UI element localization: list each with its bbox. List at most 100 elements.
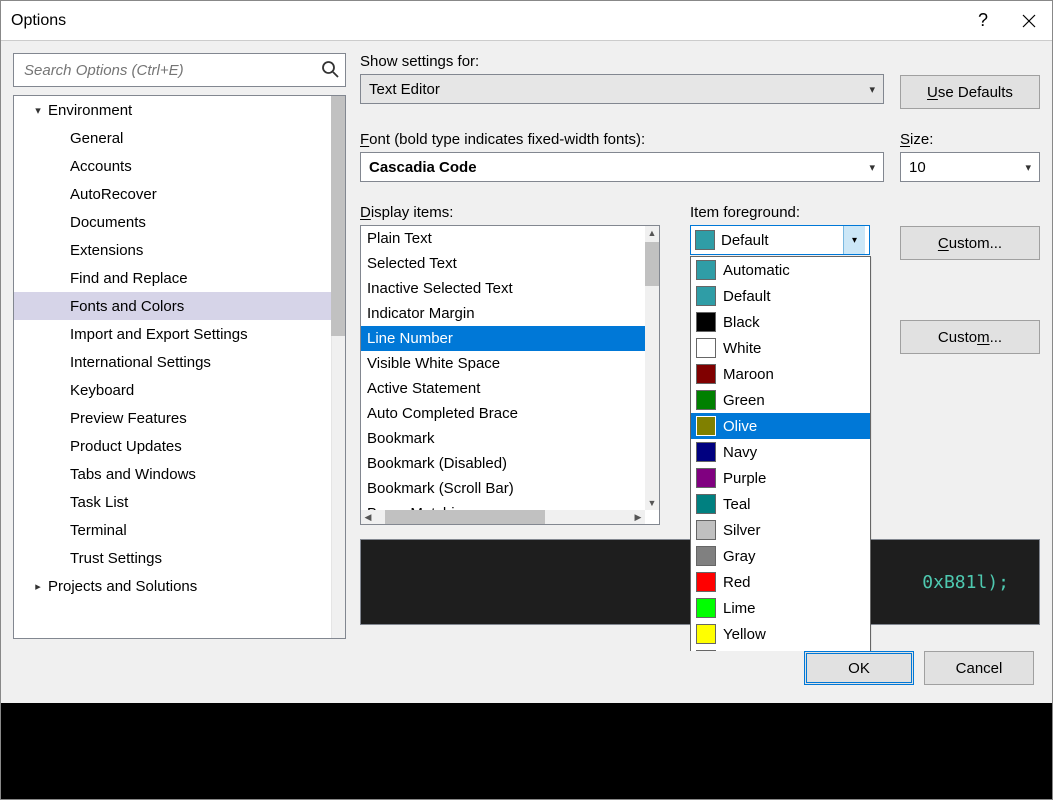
color-option-label: Purple <box>723 470 766 487</box>
scroll-down-icon[interactable]: ▼ <box>645 496 659 510</box>
display-item[interactable]: Inactive Selected Text <box>361 276 645 301</box>
list-vscrollbar[interactable]: ▲ ▼ <box>645 226 659 510</box>
search-options[interactable] <box>13 53 346 87</box>
color-option[interactable]: Default <box>691 283 870 309</box>
color-option[interactable]: Yellow <box>691 621 870 647</box>
tree-category[interactable]: ▸Projects and Solutions <box>14 572 331 600</box>
display-item[interactable]: Bookmark (Disabled) <box>361 451 645 476</box>
color-swatch <box>696 312 716 332</box>
color-option[interactable]: Navy <box>691 439 870 465</box>
color-option[interactable]: Lime <box>691 595 870 621</box>
display-item[interactable]: Selected Text <box>361 251 645 276</box>
color-swatch <box>696 650 716 651</box>
tree-item-label: General <box>70 130 123 147</box>
custom-background-button[interactable]: Custom... <box>900 320 1040 354</box>
cancel-button[interactable]: Cancel <box>924 651 1034 685</box>
chevron-down-icon[interactable]: ▾ <box>843 226 865 254</box>
tree-scrollbar[interactable] <box>331 96 345 638</box>
tree-item[interactable]: Keyboard <box>14 376 331 404</box>
use-defaults-button[interactable]: Use Defaults <box>900 75 1040 109</box>
tree-item[interactable]: Product Updates <box>14 432 331 460</box>
tree-category[interactable]: ▾ Environment <box>14 96 331 124</box>
color-option[interactable]: Automatic <box>691 257 870 283</box>
color-option-label: Lime <box>723 600 756 617</box>
display-item[interactable]: Bookmark <box>361 426 645 451</box>
color-option[interactable]: White <box>691 335 870 361</box>
tree-item[interactable]: Tabs and Windows <box>14 460 331 488</box>
expand-icon[interactable]: ▸ <box>32 580 44 593</box>
foreground-swatch <box>695 230 715 250</box>
options-tree[interactable]: ▾ Environment General AccountsAutoRecover Do… <box>13 95 346 639</box>
tree-item[interactable]: Fonts and Colors <box>14 292 331 320</box>
tree-item[interactable]: AutoRecover <box>14 180 331 208</box>
search-input[interactable] <box>22 61 315 80</box>
use-defaults-mnemonic: U <box>927 84 938 101</box>
tree-item-label: Preview Features <box>70 410 187 427</box>
display-item[interactable]: Brace Matching <box>361 501 645 510</box>
list-hscroll-thumb[interactable] <box>385 510 545 524</box>
display-item[interactable]: Plain Text <box>361 226 645 251</box>
display-item[interactable]: Auto Completed Brace <box>361 401 645 426</box>
display-item[interactable]: Active Statement <box>361 376 645 401</box>
color-option[interactable]: Purple <box>691 465 870 491</box>
options-dialog: Options ? ▾EnvironmentGeneralAccountsAut… <box>0 0 1053 800</box>
tree-item[interactable]: Extensions <box>14 236 331 264</box>
color-option[interactable]: Olive <box>691 413 870 439</box>
tree-item[interactable]: Find and Replace <box>14 264 331 292</box>
color-option[interactable]: Red <box>691 569 870 595</box>
tree-item-label: Import and Export Settings <box>70 326 248 343</box>
color-option[interactable]: Blue <box>691 647 870 651</box>
tree-item[interactable]: Accounts <box>14 152 331 180</box>
close-button[interactable] <box>1006 1 1052 40</box>
display-item[interactable]: Indicator Margin <box>361 301 645 326</box>
scroll-left-icon[interactable]: ◀ <box>361 510 375 524</box>
display-item[interactable]: Visible White Space <box>361 351 645 376</box>
scroll-right-icon[interactable]: ▶ <box>631 510 645 524</box>
show-settings-combo[interactable]: Text Editor ▾ <box>360 74 884 104</box>
color-swatch <box>696 260 716 280</box>
color-swatch <box>696 572 716 592</box>
tree-item[interactable]: Preview Features <box>14 404 331 432</box>
color-option-label: Teal <box>723 496 751 513</box>
tree-item-label: Terminal <box>70 522 127 539</box>
collapse-icon[interactable]: ▾ <box>32 104 44 117</box>
list-vscroll-thumb[interactable] <box>645 242 659 286</box>
tree-item[interactable]: Terminal <box>14 516 331 544</box>
tree-item-label: Extensions <box>70 242 143 259</box>
tree-item[interactable]: Documents <box>14 208 331 236</box>
color-option[interactable]: Teal <box>691 491 870 517</box>
tree-item-label: Documents <box>70 214 146 231</box>
size-combo[interactable]: 10 ▾ <box>900 152 1040 182</box>
display-item[interactable]: Bookmark (Scroll Bar) <box>361 476 645 501</box>
tree-item-label: Environment <box>48 102 132 119</box>
color-option-label: Yellow <box>723 626 766 643</box>
tree-item-label: Trust Settings <box>70 550 162 567</box>
help-button[interactable]: ? <box>960 1 1006 40</box>
custom-foreground-button[interactable]: Custom... <box>900 226 1040 260</box>
tree-item[interactable]: General <box>14 124 331 152</box>
font-label: Font (bold type indicates fixed-width fo… <box>360 131 884 148</box>
color-option[interactable]: Green <box>691 387 870 413</box>
color-option-label: Black <box>723 314 760 331</box>
search-icon <box>321 60 339 82</box>
list-hscrollbar[interactable]: ◀ ▶ <box>361 510 645 524</box>
color-option[interactable]: Black <box>691 309 870 335</box>
tree-item[interactable]: Task List <box>14 488 331 516</box>
display-item[interactable]: Line Number <box>361 326 645 351</box>
window-title: Options <box>1 12 66 30</box>
color-option[interactable]: Silver <box>691 517 870 543</box>
tree-item[interactable]: Import and Export Settings <box>14 320 331 348</box>
color-option-label: Navy <box>723 444 757 461</box>
item-foreground-combo[interactable]: Default ▾ <box>690 225 870 255</box>
tree-item[interactable]: Trust Settings <box>14 544 331 572</box>
ok-button[interactable]: OK <box>804 651 914 685</box>
tree-scrollbar-thumb[interactable] <box>331 96 345 336</box>
color-swatch <box>696 468 716 488</box>
color-option[interactable]: Maroon <box>691 361 870 387</box>
scroll-up-icon[interactable]: ▲ <box>645 226 659 240</box>
tree-item[interactable]: International Settings <box>14 348 331 376</box>
item-foreground-dropdown[interactable]: AutomaticDefault Black WhiteMaroonGreenOli… <box>690 256 871 651</box>
color-option[interactable]: Gray <box>691 543 870 569</box>
font-combo[interactable]: Cascadia Code ▾ <box>360 152 884 182</box>
display-items-list[interactable]: Plain TextSelected TextInactive Selected… <box>360 225 660 525</box>
